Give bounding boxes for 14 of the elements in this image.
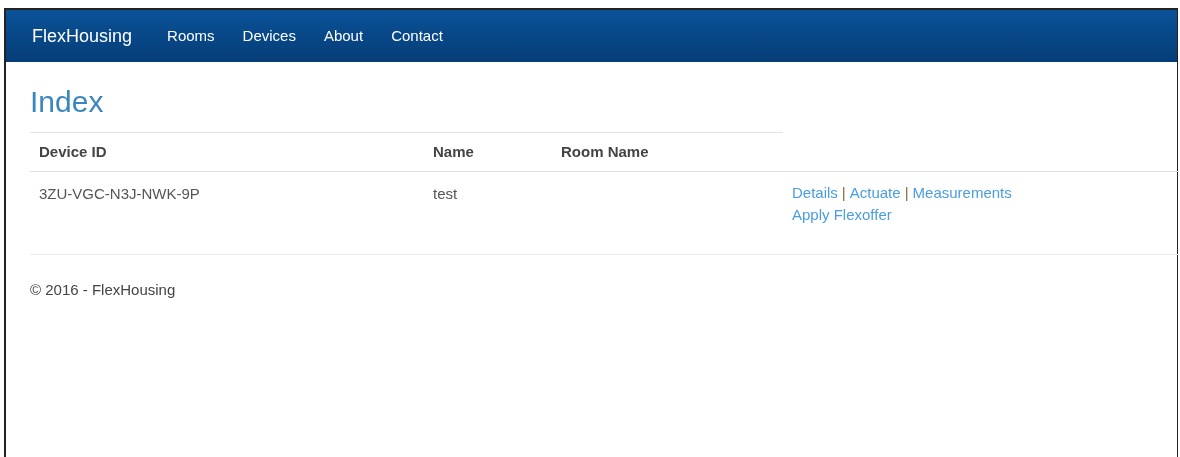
column-header: Room Name [561, 143, 649, 160]
table-cell: 3ZU-VGC-N3J-NWK-9P [39, 185, 200, 202]
page-title: Index [30, 84, 104, 120]
column-header: Name [433, 143, 474, 160]
table-cell: test [433, 185, 458, 202]
link-separator: | [841, 184, 846, 201]
nav-link[interactable]: About [309, 24, 378, 48]
nav-link[interactable]: Devices [228, 24, 310, 48]
link-separator: | [904, 184, 909, 201]
column-header: Device ID [39, 143, 107, 160]
nav-link[interactable]: Rooms [153, 24, 229, 48]
footer-text: © 2016 - FlexHousing [30, 280, 176, 300]
brand-link[interactable]: FlexHousing [31, 22, 134, 50]
nav-link[interactable]: Contact [377, 24, 457, 48]
